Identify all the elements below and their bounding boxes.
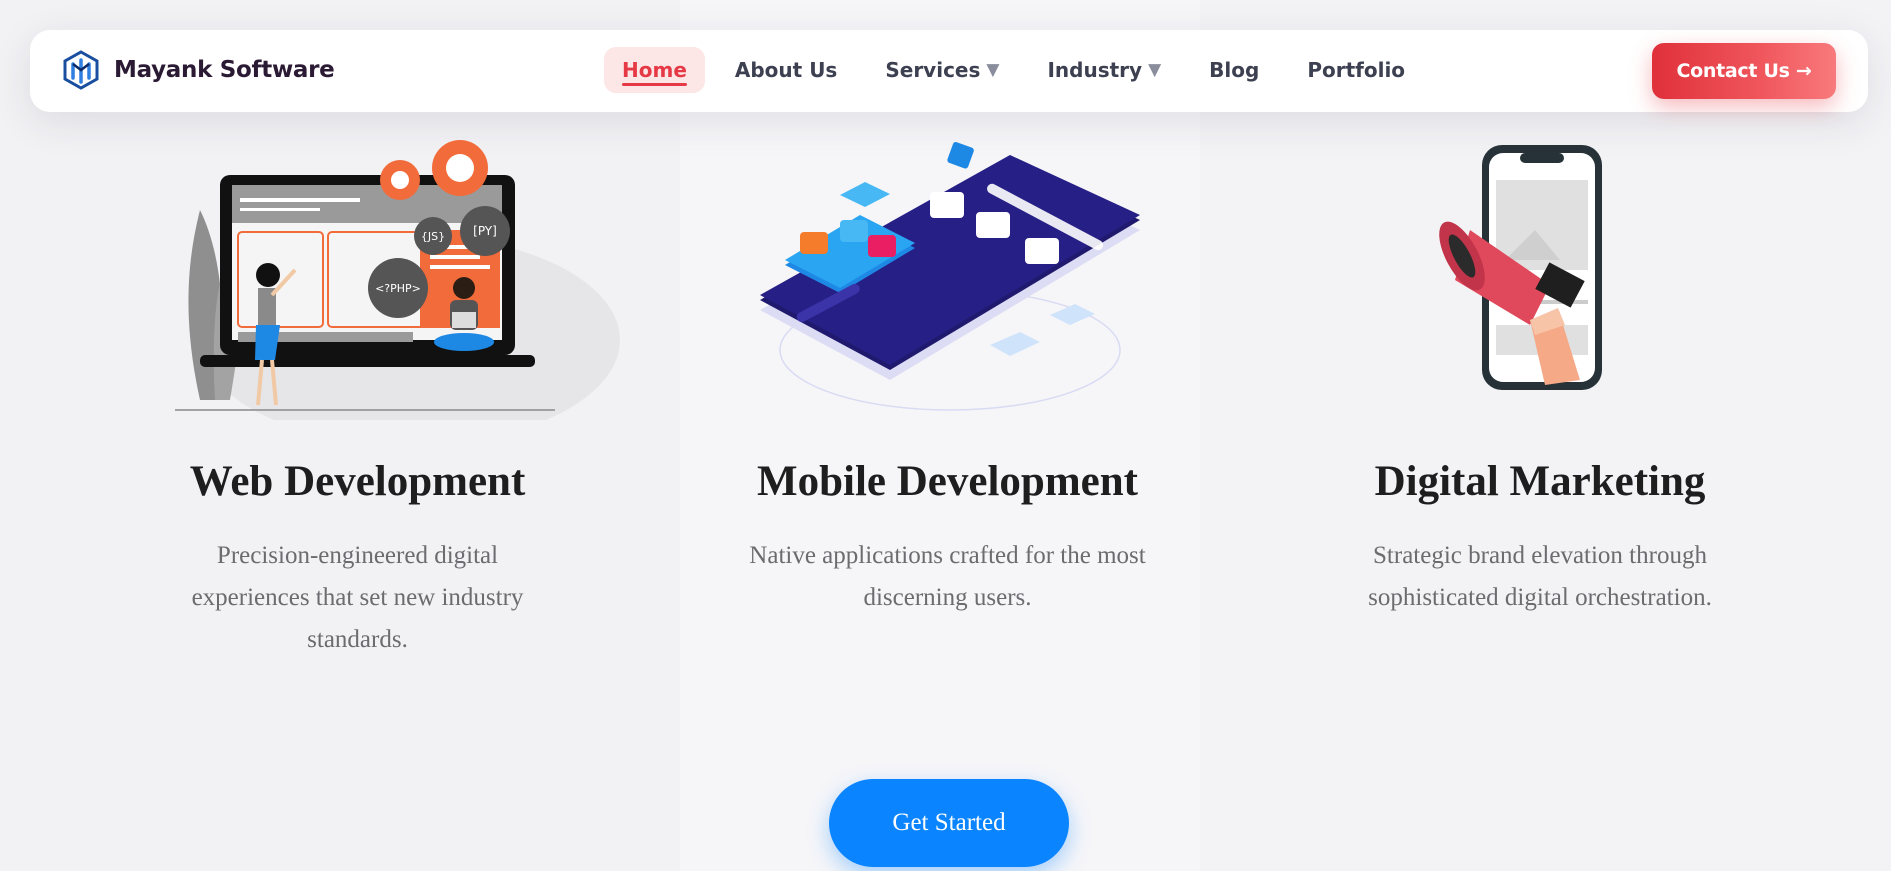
nav-portfolio[interactable]: Portfolio	[1289, 47, 1423, 93]
py-label: [PY]	[473, 224, 497, 238]
nav-industry[interactable]: Industry ▼	[1029, 47, 1179, 93]
nav-home-label: Home	[622, 58, 687, 82]
nav-about-us-label: About Us	[734, 58, 838, 82]
nav-blog-label: Blog	[1209, 58, 1260, 82]
service-title: Web Development	[189, 458, 526, 505]
js-label: {JS}	[421, 230, 445, 243]
logo-icon	[63, 50, 99, 90]
mobile-dev-illustration	[690, 120, 1205, 420]
service-card-web: {JS} [PY] <?PHP> Web Development Precisi…	[90, 120, 625, 653]
service-title: Digital Marketing	[1374, 458, 1706, 505]
brand-name: Mayank Software	[114, 57, 335, 83]
php-label: <?PHP>	[375, 282, 421, 295]
contact-us-button[interactable]: Contact Us →	[1652, 43, 1836, 99]
service-card-marketing: Digital Marketing Strategic brand elevat…	[1290, 120, 1790, 611]
nav-services-label: Services	[885, 58, 981, 82]
service-description: Native applications crafted for the most…	[749, 542, 1146, 611]
chevron-down-icon: ▼	[986, 60, 1000, 80]
web-dev-illustration: {JS} [PY] <?PHP>	[90, 120, 625, 445]
nav-home[interactable]: Home	[604, 47, 705, 93]
brand[interactable]: Mayank Software	[62, 50, 335, 90]
nav-about-us[interactable]: About Us	[717, 47, 855, 93]
service-card-mobile: Mobile Development Native applications c…	[690, 120, 1205, 611]
chevron-down-icon: ▼	[1148, 60, 1162, 80]
service-title: Mobile Development	[757, 458, 1138, 505]
nav-portfolio-label: Portfolio	[1307, 58, 1406, 82]
nav-services[interactable]: Services ▼	[867, 47, 1017, 93]
get-started-button[interactable]: Get Started	[829, 779, 1069, 867]
service-description: Precision-engineered digital experiences…	[191, 542, 524, 653]
navbar: Mayank Software Home About Us Services ▼ …	[30, 30, 1868, 112]
nav-blog[interactable]: Blog	[1191, 47, 1277, 93]
nav-links: Home About Us Services ▼ Industry ▼ Blog P…	[604, 47, 1435, 93]
megaphone-illustration	[1290, 120, 1790, 420]
service-description: Strategic brand elevation through sophis…	[1368, 542, 1712, 611]
nav-industry-label: Industry	[1047, 58, 1143, 82]
